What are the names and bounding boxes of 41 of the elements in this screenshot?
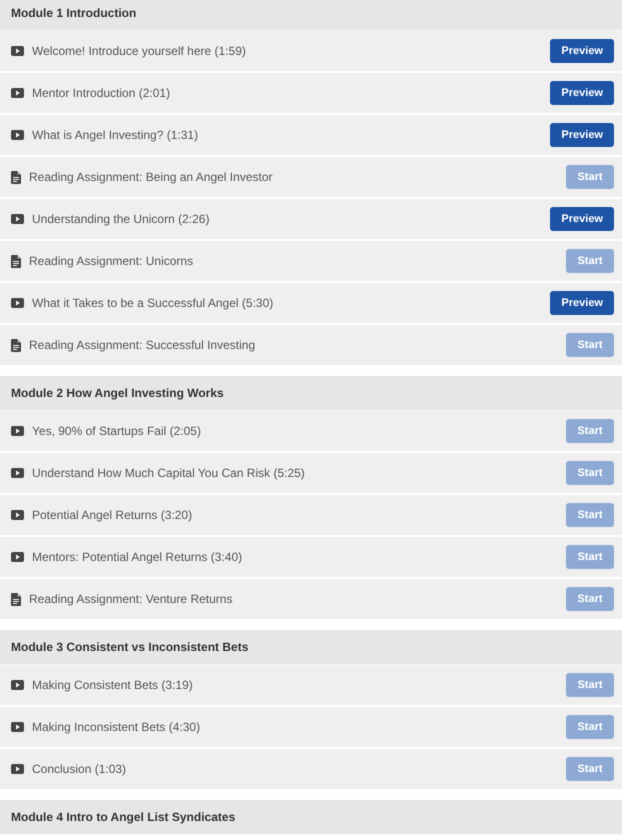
video-icon xyxy=(11,722,24,732)
lesson-title: Reading Assignment: Venture Returns xyxy=(29,592,234,606)
lesson-title: Understand How Much Capital You Can Risk (5:25) xyxy=(32,466,306,480)
lesson-title: Conclusion (1:03) xyxy=(32,762,128,776)
lesson-title: Making Consistent Bets (3:19) xyxy=(32,678,194,692)
lesson-title: Reading Assignment: Successful Investing xyxy=(29,338,256,352)
video-icon xyxy=(11,510,24,520)
module-header[interactable]: Module 4 Intro to Angel List Syndicates xyxy=(0,800,622,835)
lesson-title: Mentors: Potential Angel Returns (3:40) xyxy=(32,550,244,564)
lesson-title: Welcome! Introduce yourself here (1:59) xyxy=(32,44,247,58)
document-icon xyxy=(11,592,21,606)
lesson-title: Making Inconsistent Bets (4:30) xyxy=(32,720,202,734)
document-icon xyxy=(11,254,21,268)
video-icon xyxy=(11,426,24,436)
preview-button[interactable]: Preview xyxy=(550,39,614,63)
lesson-title: Potential Angel Returns (3:20) xyxy=(32,508,194,522)
video-icon xyxy=(11,46,24,56)
video-icon xyxy=(11,680,24,690)
preview-button[interactable]: Preview xyxy=(550,207,614,231)
lesson-title: Reading Assignment: Being an Angel Investor xyxy=(29,170,274,184)
lesson-title: What is Angel Investing? (1:31) xyxy=(32,128,200,142)
video-icon xyxy=(11,764,24,774)
video-icon xyxy=(11,214,24,224)
video-icon xyxy=(11,552,24,562)
module-header[interactable]: Module 3 Consistent vs Inconsistent Bets xyxy=(0,630,622,665)
preview-button[interactable]: Preview xyxy=(550,123,614,147)
module-header[interactable]: Module 2 How Angel Investing Works xyxy=(0,376,622,411)
document-icon xyxy=(11,338,21,352)
lesson-title: Understanding the Unicorn (2:26) xyxy=(32,212,210,226)
lesson-title: Reading Assignment: Unicorns xyxy=(29,254,194,268)
lesson-title: What it Takes to be a Successful Angel (5:30) xyxy=(32,296,274,310)
lesson-title: Yes, 90% of Startups Fail (2:05) xyxy=(32,424,202,438)
video-icon xyxy=(11,298,24,308)
video-icon xyxy=(11,88,24,98)
document-icon xyxy=(11,170,21,184)
video-icon xyxy=(11,468,24,478)
module-header[interactable]: Module 1 Introduction xyxy=(0,0,622,31)
preview-button[interactable]: Preview xyxy=(550,291,614,315)
video-icon xyxy=(11,130,24,140)
preview-button[interactable]: Preview xyxy=(550,81,614,105)
lesson-title: Mentor Introduction (2:01) xyxy=(32,86,172,100)
